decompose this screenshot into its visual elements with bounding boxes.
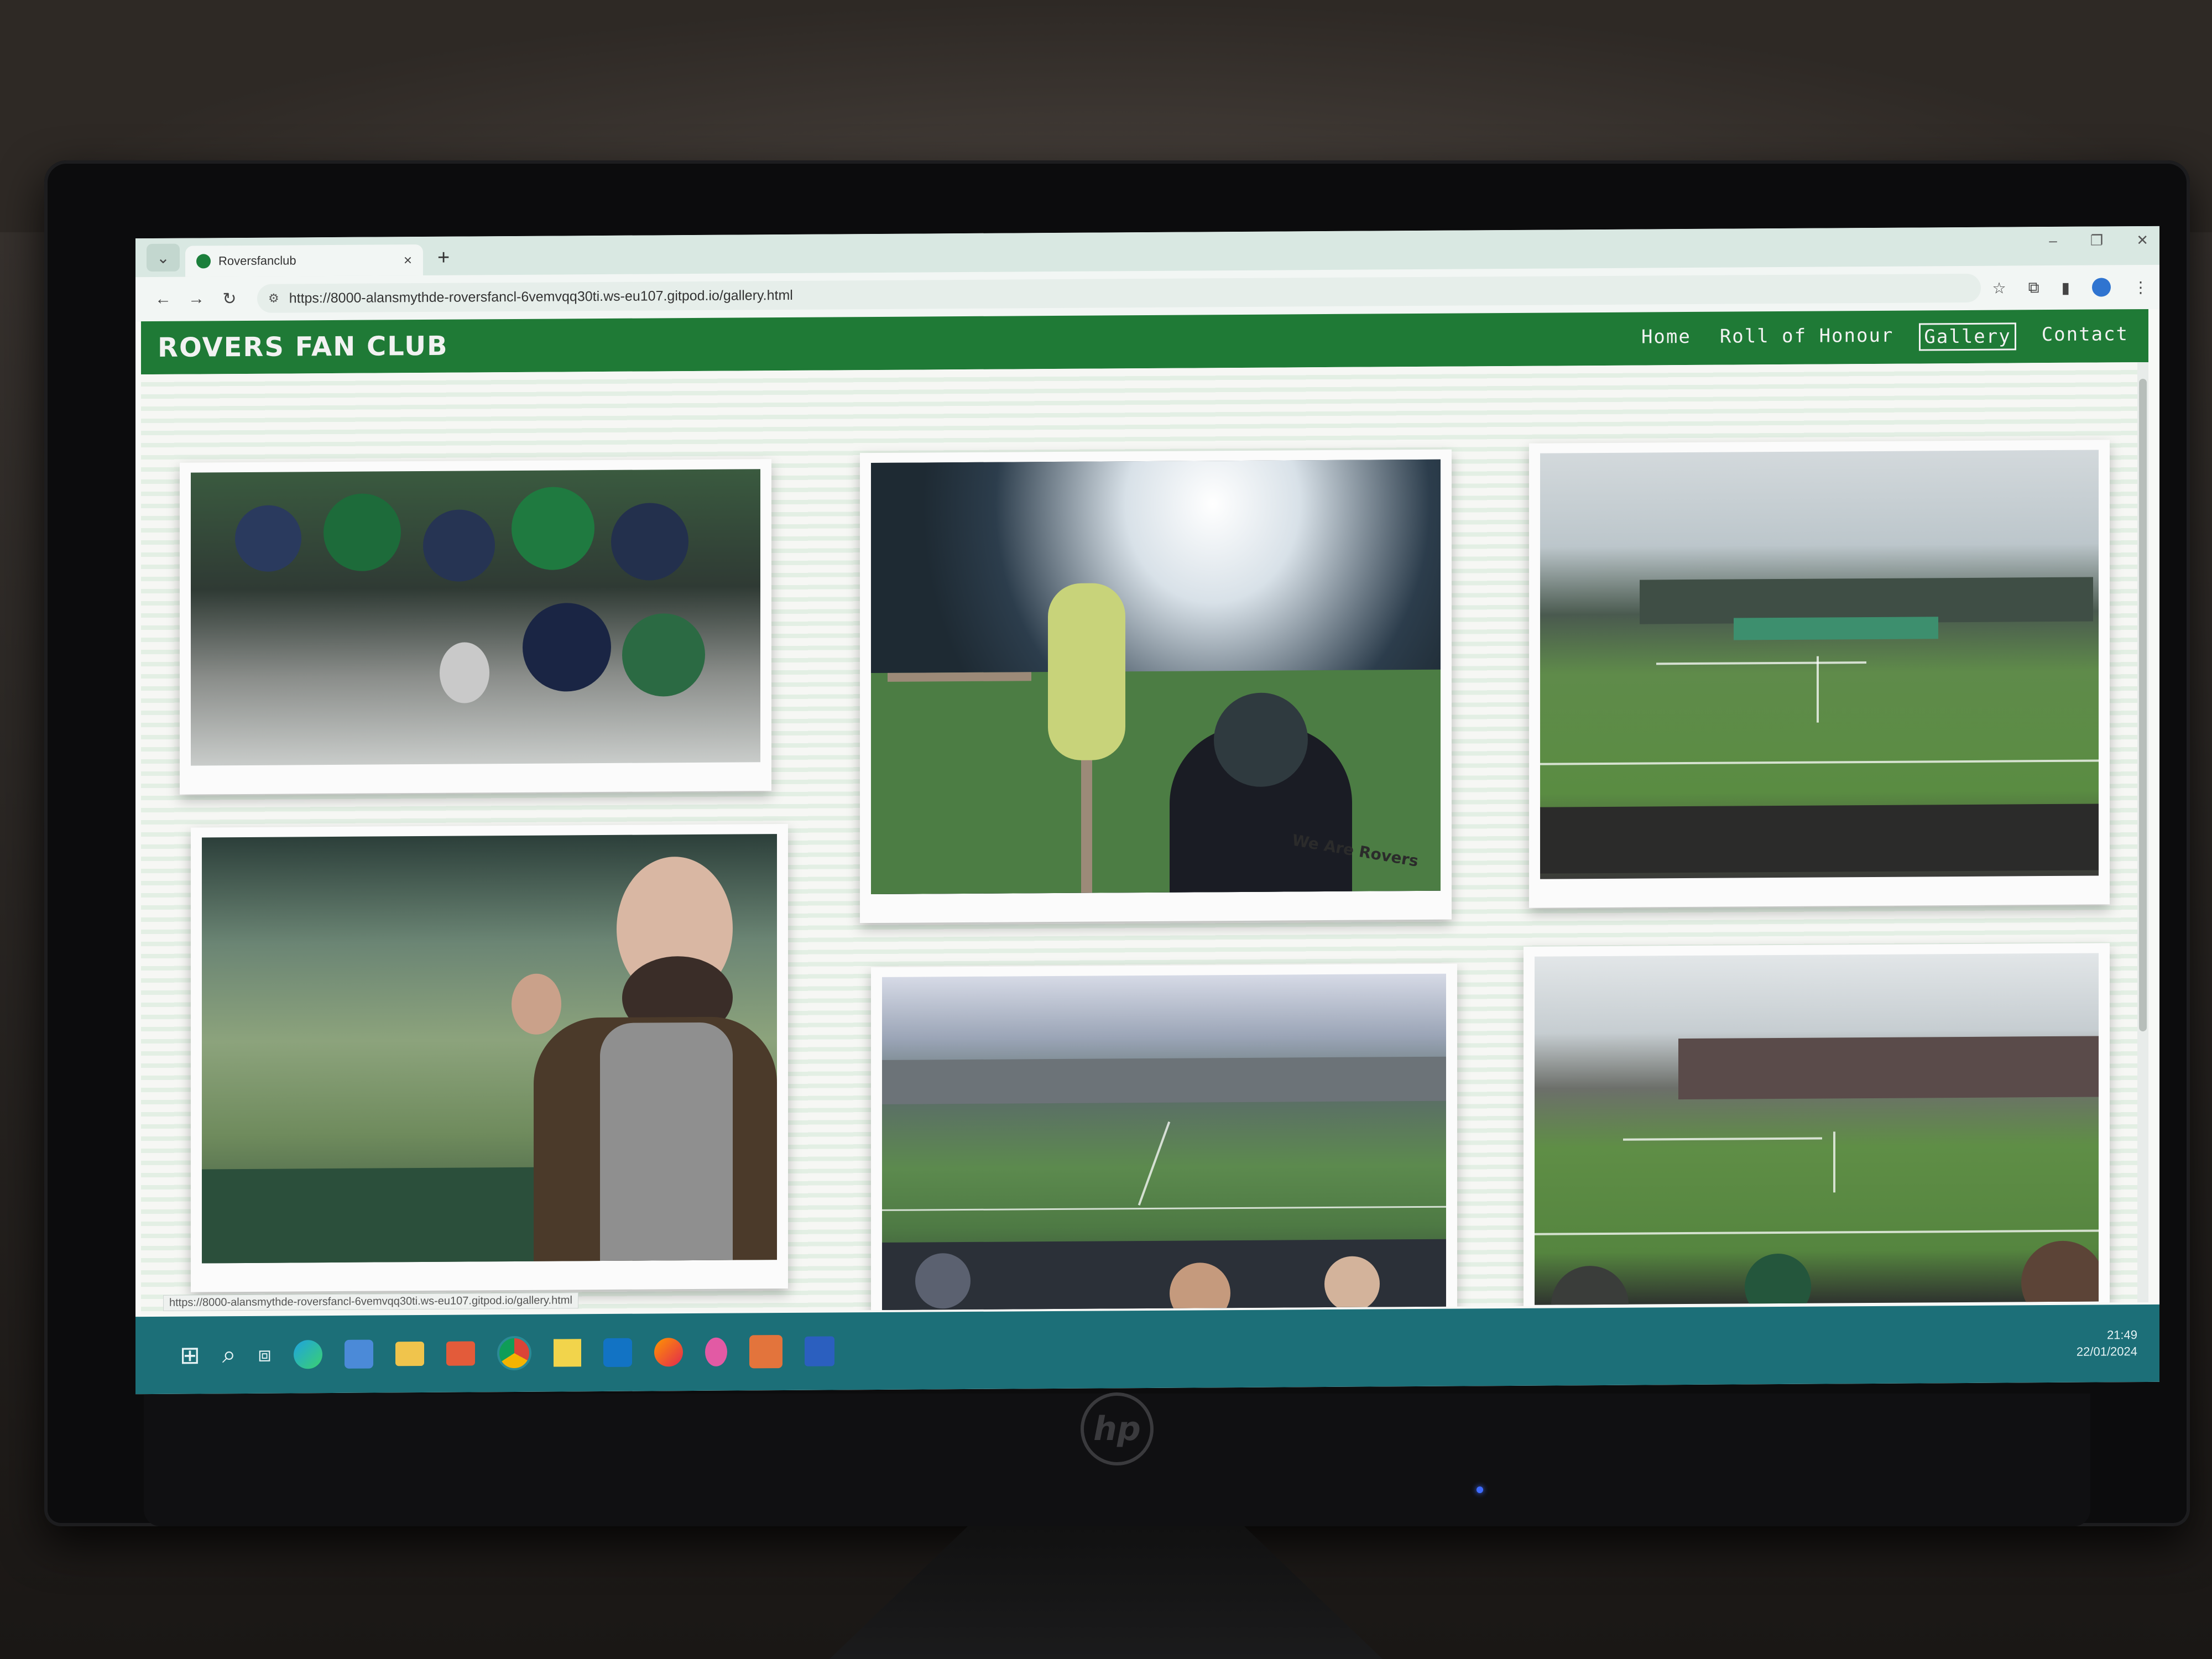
clock-date: 22/01/2024 — [2076, 1344, 2137, 1359]
web-page: ROVERS FAN CLUB Home Roll of Honour Gall… — [135, 309, 2159, 1317]
system-clock[interactable]: 21:49 22/01/2024 — [2077, 1327, 2137, 1360]
site-brand[interactable]: ROVERS FAN CLUB — [158, 331, 448, 363]
people-icon[interactable] — [344, 1339, 373, 1369]
tab-title: Roversfanclub — [218, 253, 296, 268]
extensions-icon[interactable]: ⧉ — [2028, 279, 2039, 297]
omnibox[interactable]: ⚙ https://8000-alansmythde-roversfancl-6… — [257, 273, 1981, 313]
favicon-icon — [196, 254, 211, 269]
gallery-photo-stadium-stand[interactable] — [1524, 943, 2110, 1315]
forward-button[interactable]: → — [180, 289, 213, 308]
sticky-notes-icon[interactable] — [553, 1339, 581, 1367]
file-explorer-icon[interactable] — [395, 1341, 424, 1366]
minimize-button[interactable]: – — [2049, 232, 2057, 249]
gallery-photo-stadium-night[interactable] — [871, 963, 1457, 1315]
chrome-icon[interactable] — [497, 1335, 531, 1371]
photo-image — [1540, 450, 2099, 879]
start-icon[interactable]: ⊞ — [180, 1341, 200, 1369]
word-icon[interactable] — [804, 1336, 834, 1366]
new-tab-button[interactable]: + — [437, 246, 450, 270]
tab-roversfanclub[interactable]: Roversfanclub × — [185, 244, 423, 277]
bookmark-star-icon[interactable]: ☆ — [1992, 279, 2006, 297]
task-view-icon[interactable]: ⧈ — [258, 1343, 272, 1366]
monitor-bezel: hp — [144, 1392, 2090, 1526]
site-info-icon[interactable]: ⚙ — [268, 291, 279, 306]
gallery-photo-steward-night[interactable]: We Are Rovers — [860, 449, 1452, 924]
nav-home[interactable]: Home — [1638, 325, 1694, 353]
link-status-bar: https://8000-alansmythde-roversfancl-6ve… — [163, 1292, 578, 1311]
photo-image — [1535, 953, 2099, 1305]
firefox-icon[interactable] — [654, 1338, 683, 1367]
side-panel-icon[interactable]: ▮ — [2062, 278, 2070, 296]
clock-time: 21:49 — [2106, 1328, 2137, 1342]
scrollbar-thumb[interactable] — [2139, 378, 2147, 1032]
toolbar-icons: ☆ ⧉ ▮ ⋮ — [1992, 278, 2148, 298]
gallery-photo-stadium-day[interactable] — [1529, 440, 2110, 908]
browser-menu-icon[interactable]: ⋮ — [2133, 278, 2148, 296]
nav-gallery[interactable]: Gallery — [1919, 322, 2016, 351]
photo-image — [882, 973, 1446, 1315]
gallery-photo-trophy-celebration[interactable] — [180, 459, 771, 795]
photo-image — [202, 834, 777, 1264]
url-text[interactable]: https://8000-alansmythde-roversfancl-6ve… — [289, 287, 793, 306]
nav-roll-of-honour[interactable]: Roll of Honour — [1717, 324, 1897, 352]
hp-logo: hp — [1081, 1392, 1154, 1465]
windows-taskbar: ⊞ ⌕ ⧈ 21:49 22/01/2024 — [135, 1304, 2159, 1395]
gallery-photo-fan-portrait[interactable] — [191, 823, 788, 1292]
tab-search-icon[interactable]: ⌄ — [147, 243, 180, 272]
page-scrollbar[interactable] — [2137, 362, 2148, 1303]
back-button[interactable]: ← — [147, 290, 180, 309]
close-window-button[interactable]: ✕ — [2136, 232, 2148, 249]
window-controls: – ❐ ✕ — [2049, 232, 2148, 249]
monitor-stand — [830, 1526, 1383, 1659]
outlook-icon[interactable] — [603, 1338, 632, 1368]
restore-button[interactable]: ❐ — [2090, 232, 2103, 249]
tab-close-icon[interactable]: × — [404, 252, 412, 269]
nav-contact[interactable]: Contact — [2038, 322, 2132, 350]
files-icon[interactable] — [446, 1341, 475, 1366]
nav-links: Home Roll of Honour Gallery Contact — [1638, 322, 2132, 352]
photo-image — [191, 469, 760, 766]
photo-image: We Are Rovers — [871, 459, 1441, 895]
screen: ⌄ Roversfanclub × + – ❐ ✕ ← → ↻ ⚙ https:… — [135, 226, 2159, 1395]
reload-button[interactable]: ↻ — [213, 289, 246, 308]
search-icon[interactable]: ⌕ — [222, 1341, 236, 1369]
edge-icon[interactable] — [293, 1340, 322, 1369]
power-led — [1477, 1486, 1483, 1493]
slack-icon[interactable] — [749, 1335, 782, 1369]
profile-avatar[interactable] — [2092, 278, 2111, 297]
gallery-grid: We Are Rovers https://8000-alansmythde-r… — [141, 362, 2148, 1315]
paint-icon[interactable] — [705, 1337, 727, 1366]
